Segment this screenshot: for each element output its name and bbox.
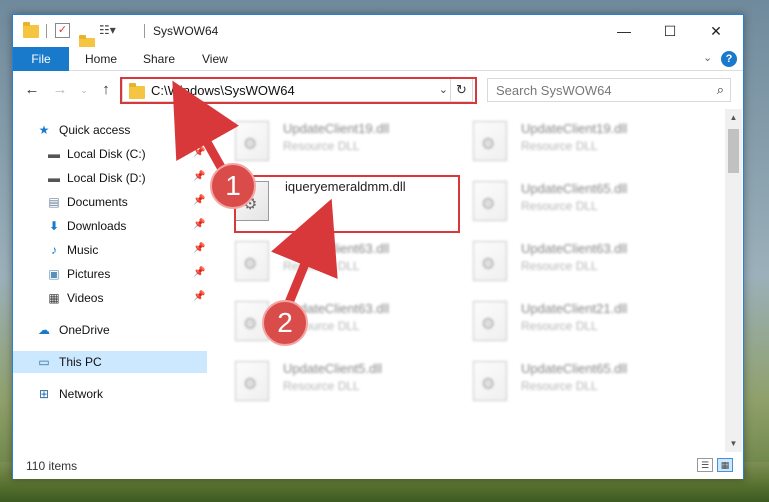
step-1-badge: 1 (210, 163, 256, 209)
step-2-badge: 2 (262, 300, 308, 346)
annotation-arrows (172, 80, 338, 315)
arrow-to-dll-file (271, 198, 338, 315)
